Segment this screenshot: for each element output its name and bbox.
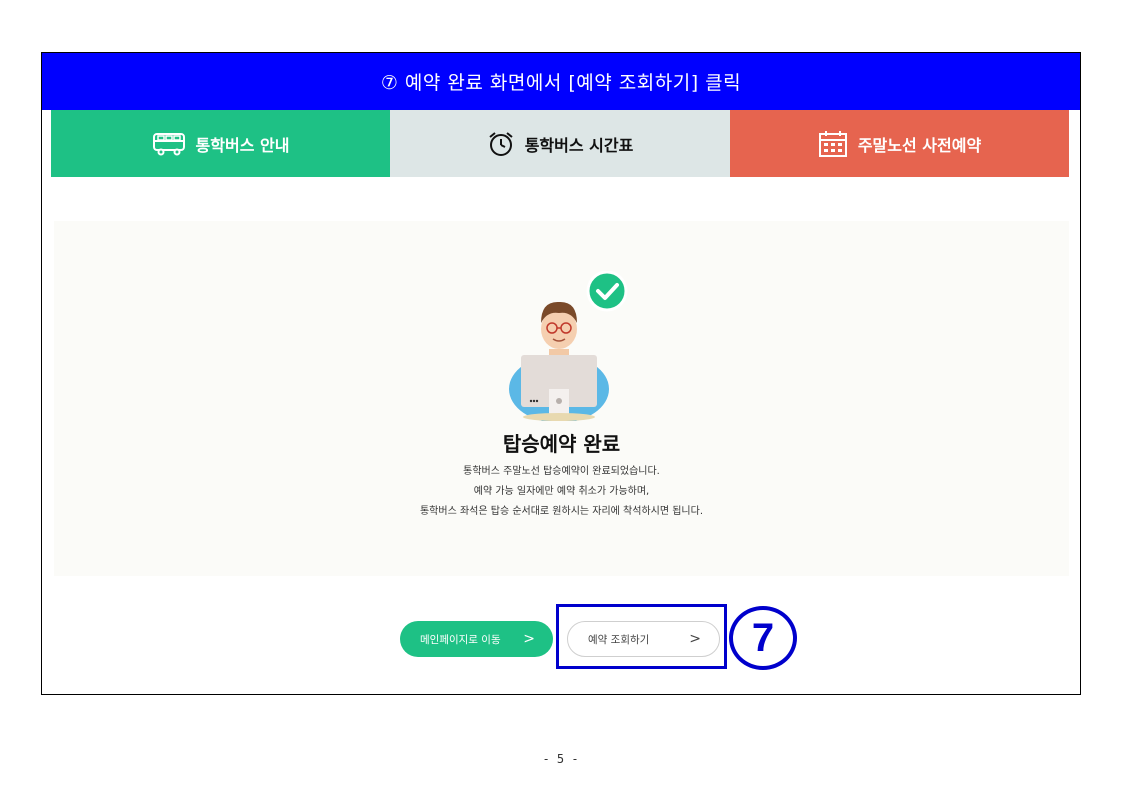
tab-label: 통학버스 시간표 (524, 135, 634, 155)
button-label: 메인페이지로 이동 (420, 633, 501, 646)
page-number: - 5 - (542, 752, 579, 766)
description-line: 통학버스 좌석은 탑승 순서대로 원하시는 자리에 착석하시면 됩니다. (419, 506, 704, 517)
instruction-text: ⑦ 예약 완료 화면에서 [예약 조회하기] 클릭 (380, 72, 742, 94)
step-number-marker: 7 (729, 606, 797, 670)
description-line: 통학버스 주말노선 탑승예약이 완료되었습니다. (463, 466, 660, 477)
completion-panel: 탑승예약 완료 통학버스 주말노선 탑승예약이 완료되었습니다. 예약 가능 일… (54, 221, 1069, 576)
check-icon (586, 270, 628, 312)
alarm-clock-icon (487, 131, 515, 157)
description-line: 예약 가능 일자에만 예약 취소가 가능하며, (473, 486, 650, 497)
document-frame: ⑦ 예약 완료 화면에서 [예약 조회하기] 클릭 통학버스 안내 통학버스 시… (41, 52, 1081, 695)
go-to-main-page-button[interactable]: 메인페이지로 이동 > (400, 621, 553, 657)
highlight-box (556, 604, 727, 669)
tab-label: 주말노선 사전예약 (857, 135, 982, 155)
calendar-icon (818, 130, 848, 158)
tab-weekend-reservation[interactable]: 주말노선 사전예약 (730, 110, 1069, 177)
person-at-computer-illustration (501, 270, 631, 423)
instruction-banner: ⑦ 예약 완료 화면에서 [예약 조회하기] 클릭 (42, 53, 1080, 110)
tab-label: 통학버스 안내 (195, 135, 290, 155)
chevron-right-icon: > (523, 631, 535, 647)
tab-bus-info[interactable]: 통학버스 안내 (51, 110, 390, 177)
nav-tabs: 통학버스 안내 통학버스 시간표 주말노선 사전예약 (51, 110, 1069, 177)
bus-icon (152, 132, 186, 156)
completion-title: 탑승예약 완료 (502, 432, 621, 456)
tab-bus-timetable[interactable]: 통학버스 시간표 (390, 110, 730, 177)
